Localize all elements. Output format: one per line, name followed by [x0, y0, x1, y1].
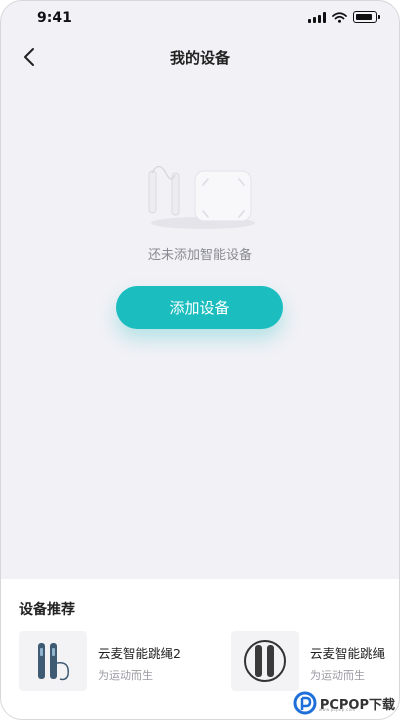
pcpop-logo-icon — [293, 691, 317, 715]
watermark: PCPOP下载 www.pcpop.com — [293, 691, 395, 715]
product-card[interactable]: 云麦智能跳绳 为运动而生 — [231, 631, 399, 691]
watermark-subtext: www.pcpop.com — [318, 707, 356, 712]
empty-state-message: 还未添加智能设备 — [147, 248, 252, 263]
product-image — [19, 631, 87, 691]
product-name: 云麦智能跳绳 — [310, 646, 386, 661]
recommend-title: 设备推荐 — [19, 602, 75, 618]
battery-icon — [353, 11, 380, 23]
status-bar: 9:41 — [1, 1, 399, 35]
empty-devices-illustration — [148, 165, 255, 229]
product-card[interactable]: 云麦智能跳绳2 为运动而生 — [19, 631, 219, 691]
status-time: 9:41 — [37, 10, 72, 26]
jump-rope-icon — [244, 640, 286, 682]
product-subtitle: 为运动而生 — [98, 669, 153, 682]
nav-bar: 我的设备 — [1, 39, 399, 75]
status-icons — [308, 11, 380, 23]
wifi-icon — [332, 11, 347, 23]
product-subtitle: 为运动而生 — [310, 669, 365, 682]
cellular-signal-icon — [308, 11, 326, 23]
product-image — [231, 631, 299, 691]
product-name: 云麦智能跳绳2 — [98, 646, 181, 661]
page-title: 我的设备 — [169, 49, 230, 67]
add-device-button[interactable]: 添加设备 — [116, 286, 283, 329]
phone-screen: 9:41 我的设备 还未添加智能设备 添加设备 设备推荐 云麦智能跳绳2 为运动… — [0, 0, 400, 720]
jump-rope-icon — [38, 643, 70, 681]
